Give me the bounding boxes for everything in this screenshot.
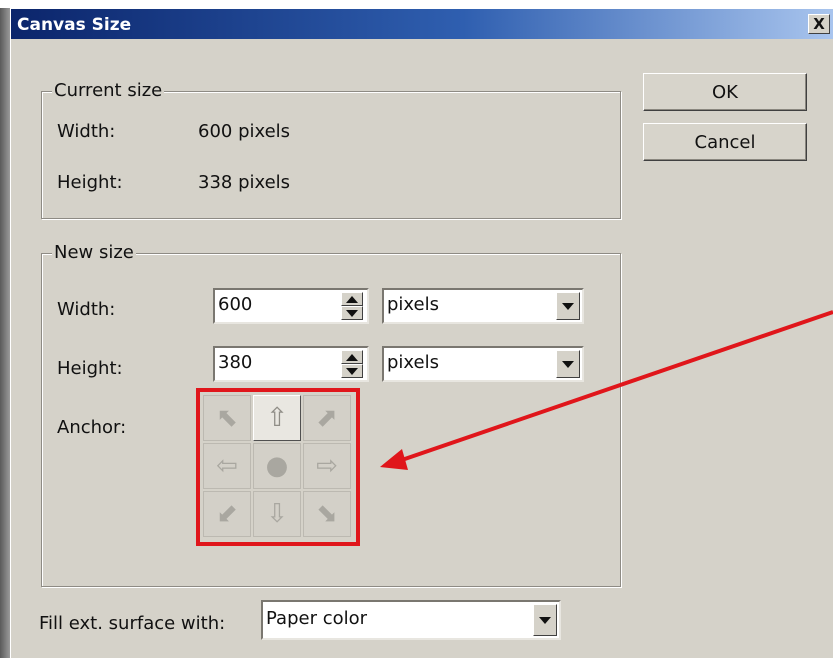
ok-button[interactable]: OK xyxy=(643,73,807,111)
height-spin-down[interactable] xyxy=(341,364,363,378)
close-button[interactable]: X xyxy=(808,14,830,34)
fill-dropdown-button[interactable] xyxy=(533,604,557,636)
anchor-center[interactable]: ● xyxy=(253,443,301,489)
title-bar[interactable]: Canvas Size X xyxy=(11,9,833,39)
canvas-size-dialog: Canvas Size X Current size Width: 600 pi… xyxy=(10,8,833,658)
spin-down-icon xyxy=(346,309,358,317)
arrow-down-right-icon: ⬊ xyxy=(316,499,338,529)
cancel-button[interactable]: Cancel xyxy=(643,123,807,161)
anchor-bottom[interactable]: ⇩ xyxy=(253,491,301,537)
chevron-down-icon xyxy=(562,360,574,368)
height-spinner[interactable] xyxy=(341,350,363,378)
anchor-left[interactable]: ⇦ xyxy=(203,443,251,489)
current-height-label: Height: xyxy=(57,172,123,193)
cancel-button-label: Cancel xyxy=(694,131,756,153)
height-unit-value: pixels xyxy=(387,352,439,373)
spin-up-icon xyxy=(346,295,358,303)
anchor-top-right[interactable]: ⬈ xyxy=(303,395,351,441)
background-image-edge xyxy=(0,0,10,658)
anchor-top[interactable]: ⇧ xyxy=(253,395,301,441)
width-spinner[interactable] xyxy=(341,292,363,320)
arrow-down-left-icon: ⬋ xyxy=(216,499,238,529)
current-width-value: 600 pixels xyxy=(198,121,291,142)
anchor-grid: ⬉ ⇧ ⬈ ⇦ ● ⇨ ⬋ ⇩ ⬊ xyxy=(203,395,353,539)
spin-up-icon xyxy=(346,353,358,361)
new-width-label: Width: xyxy=(57,299,116,320)
dot-icon: ● xyxy=(265,451,289,481)
arrow-down-icon: ⇩ xyxy=(266,499,288,529)
close-icon: X xyxy=(813,14,825,33)
current-width-label: Width: xyxy=(57,121,116,142)
anchor-right[interactable]: ⇨ xyxy=(303,443,351,489)
current-height-value: 338 pixels xyxy=(198,172,291,193)
height-spin-up[interactable] xyxy=(341,350,363,364)
dialog-title: Canvas Size xyxy=(17,15,132,35)
new-width-value: 600 xyxy=(218,294,253,315)
chevron-down-icon xyxy=(539,616,551,624)
new-size-legend: New size xyxy=(52,242,136,263)
anchor-bottom-left[interactable]: ⬋ xyxy=(203,491,251,537)
anchor-bottom-right[interactable]: ⬊ xyxy=(303,491,351,537)
anchor-top-left[interactable]: ⬉ xyxy=(203,395,251,441)
arrow-right-icon: ⇨ xyxy=(316,451,338,481)
arrow-left-icon: ⇦ xyxy=(216,451,238,481)
arrow-up-right-icon: ⬈ xyxy=(316,403,338,433)
fill-label: Fill ext. surface with: xyxy=(39,613,226,634)
new-height-label: Height: xyxy=(57,358,123,379)
ok-button-label: OK xyxy=(712,81,738,103)
arrow-up-icon: ⇧ xyxy=(266,403,288,433)
width-unit-value: pixels xyxy=(387,294,439,315)
new-height-value: 380 xyxy=(218,352,253,373)
width-unit-dropdown-button[interactable] xyxy=(556,292,580,320)
width-spin-down[interactable] xyxy=(341,306,363,320)
width-spin-up[interactable] xyxy=(341,292,363,306)
chevron-down-icon xyxy=(562,302,574,310)
arrow-up-left-icon: ⬉ xyxy=(216,403,238,433)
fill-select[interactable]: Paper color xyxy=(261,600,561,640)
current-size-group: Current size xyxy=(41,81,621,219)
background-strip xyxy=(0,0,833,8)
spin-down-icon xyxy=(346,367,358,375)
width-unit-select[interactable]: pixels xyxy=(382,288,584,324)
anchor-label: Anchor: xyxy=(57,417,127,438)
height-unit-select[interactable]: pixels xyxy=(382,346,584,382)
fill-value: Paper color xyxy=(266,608,368,629)
height-unit-dropdown-button[interactable] xyxy=(556,350,580,378)
current-size-legend: Current size xyxy=(52,80,165,101)
